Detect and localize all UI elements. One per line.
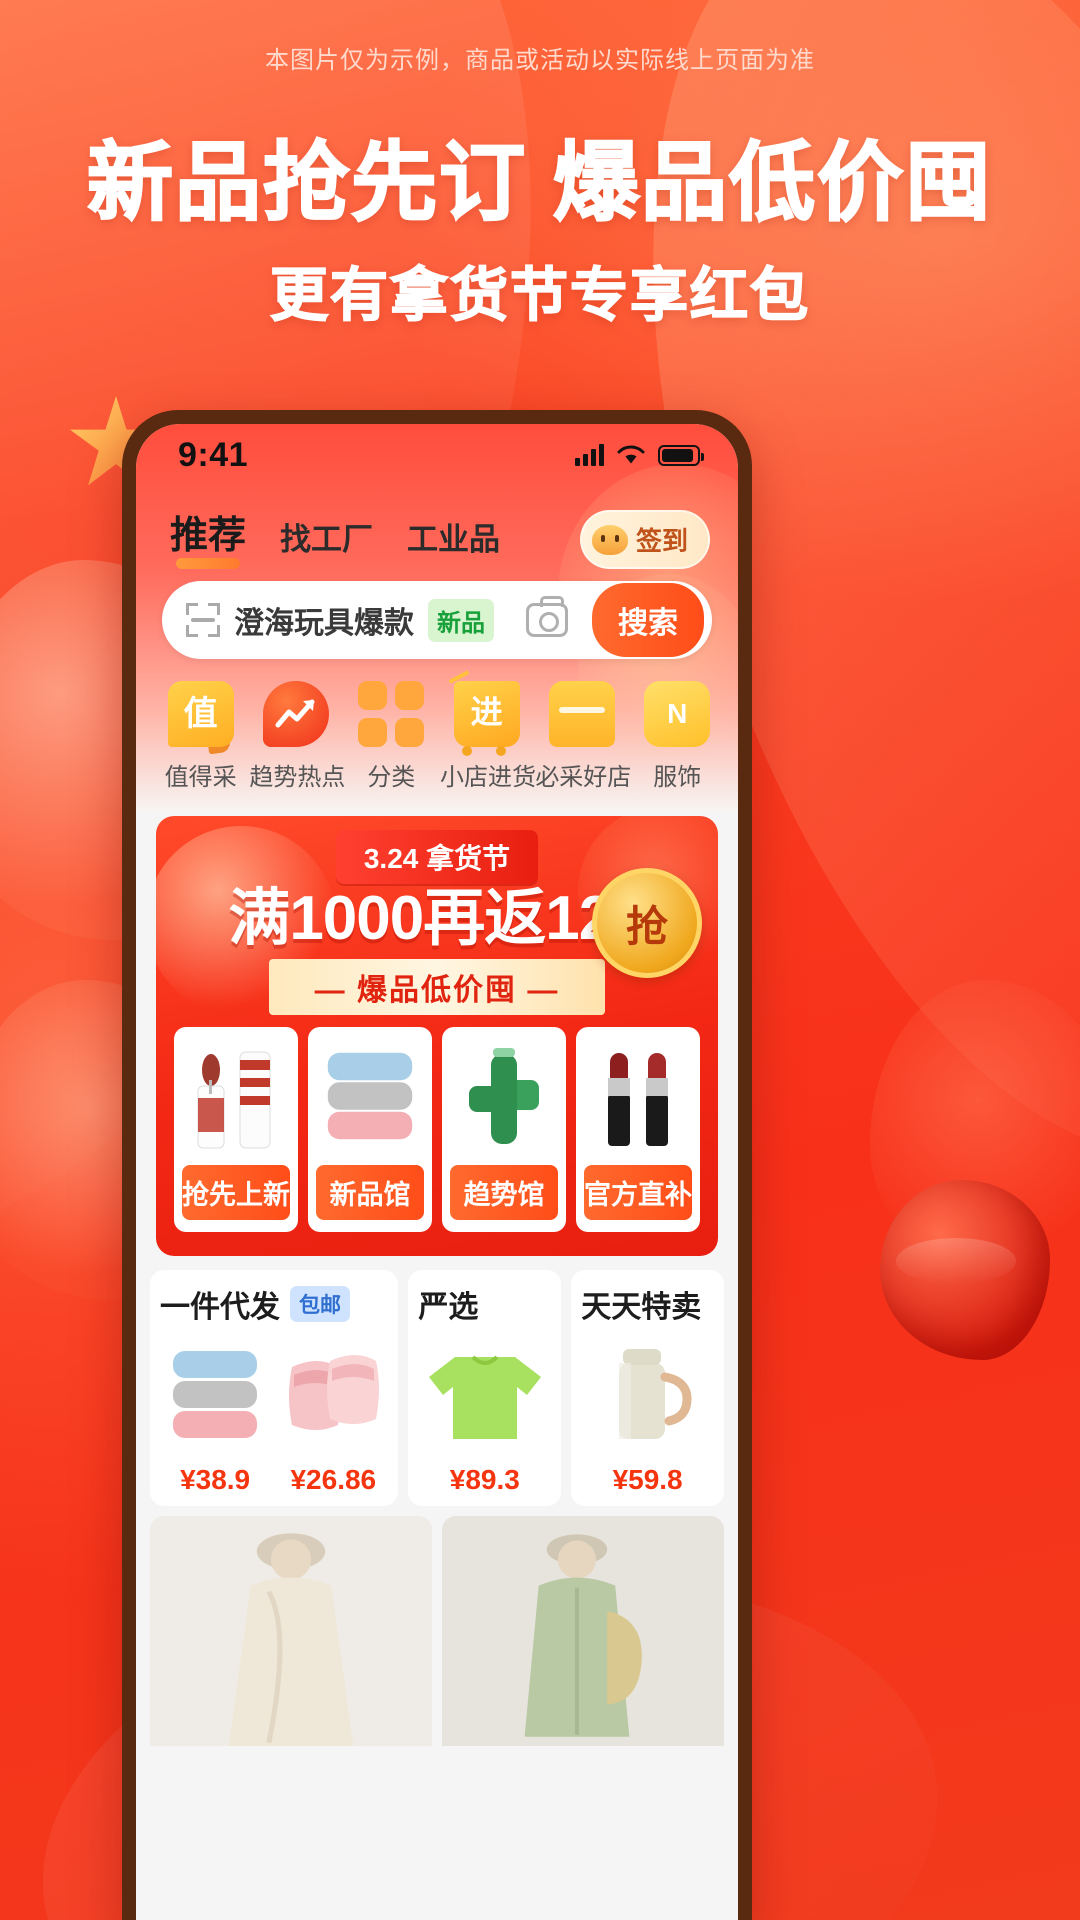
category-label: 服饰 (653, 764, 702, 791)
promo-tile-row: 抢先上新 新品馆 趋势馆 官方直补 (166, 1015, 708, 1244)
scan-code-icon[interactable] (186, 603, 220, 637)
tab-find-factory[interactable]: 找工厂 (280, 514, 373, 569)
battery-icon (658, 444, 704, 466)
category-item-shop-stock[interactable]: 进 小店进货 (439, 681, 536, 792)
camera-icon[interactable] (526, 596, 568, 637)
disclaimer-text: 本图片仅为示例，商品或活动以实际线上页面为准 (265, 47, 815, 74)
product-card-title: 一件代发 (160, 1291, 280, 1325)
product-price: ¥38.9 (180, 1464, 251, 1496)
product-item[interactable]: ¥26.86 (278, 1332, 388, 1496)
product-item[interactable]: ¥38.9 (160, 1332, 270, 1496)
promo-tile-label: 新品馆 (316, 1165, 424, 1221)
lipstick-pair-product-image (584, 1037, 692, 1155)
shop-cart-icon: 进 (453, 681, 520, 756)
trend-arrow-icon (262, 681, 329, 747)
category-item-trend[interactable]: 趋势热点 (249, 681, 346, 792)
promo-tile-label: 趋势馆 (450, 1165, 558, 1221)
top-nav: 推荐 找工厂 工业品 签到 (136, 486, 738, 579)
product-card-header: 天天特卖 (581, 1282, 714, 1326)
promo-tile[interactable]: 新品馆 (308, 1027, 432, 1233)
category-label: 必采好店 (535, 764, 632, 791)
promo-date-badge: 3.24 拿货节 (335, 830, 539, 884)
product-card-row: 一件代发 包邮 ¥38.9 ¥26.86 严选 ¥89.3 天天特卖 ¥59.8 (136, 1262, 738, 1507)
category-label: 小店进货 (439, 764, 536, 791)
product-card-header: 一件代发 包邮 (160, 1282, 388, 1326)
cactus-glass-product-image (450, 1037, 558, 1155)
promo-subtitle: — 爆品低价囤 — (268, 959, 606, 1016)
clothing-icon: N (644, 681, 711, 747)
category-item-clothing[interactable]: N 服饰 (631, 681, 724, 792)
product-item[interactable]: ¥89.3 (418, 1332, 551, 1496)
search-input[interactable]: 澄海玩具爆款 (234, 598, 414, 642)
green-sweater-thumb (418, 1332, 551, 1458)
product-card-dropship[interactable]: 一件代发 包邮 ¥38.9 ¥26.86 (150, 1270, 399, 1507)
poster-subheadline: 更有拿货节专享红包 (269, 262, 810, 329)
category-label: 值得采 (164, 764, 237, 791)
status-indicators (575, 444, 704, 466)
promo-tile-label: 官方直补 (584, 1165, 692, 1221)
category-item-classify[interactable]: 分类 (345, 681, 438, 792)
category-label: 趋势热点 (249, 764, 346, 791)
product-price: ¥26.86 (290, 1464, 377, 1496)
smiley-face-icon (591, 524, 628, 555)
product-card-selection[interactable]: 严选 ¥89.3 (408, 1270, 562, 1507)
lip-gloss-product-image (182, 1037, 290, 1155)
status-bar: 9:41 (136, 424, 738, 486)
status-clock: 9:41 (178, 435, 249, 474)
product-card-body: ¥38.9 ¥26.86 (160, 1332, 388, 1496)
product-card-body: ¥59.8 (581, 1332, 714, 1496)
promo-tile[interactable]: 趋势馆 (442, 1027, 566, 1233)
phone-mockup: 9:41 推荐 找工厂 工业品 签到 澄海玩具爆款 新品 搜索 值 值得采 趋势… (122, 410, 752, 1920)
beige-dress-model-photo[interactable] (150, 1516, 432, 1747)
product-card-title: 天天特卖 (581, 1291, 702, 1325)
product-item[interactable]: ¥59.8 (581, 1332, 714, 1496)
tab-recommend[interactable]: 推荐 (170, 504, 246, 569)
feed-photo-row (136, 1506, 738, 1747)
promo-tile-label: 抢先上新 (182, 1165, 290, 1221)
grid-category-icon (358, 681, 425, 747)
product-card-header: 严选 (418, 1282, 551, 1326)
signin-label: 签到 (635, 526, 688, 556)
product-price: ¥89.3 (449, 1464, 520, 1496)
app-header: 9:41 推荐 找工厂 工业品 签到 澄海玩具爆款 新品 搜索 值 值得采 趋势… (136, 424, 738, 810)
poster-background: 本图片仅为示例，商品或活动以实际线上页面为准 新品抢先订 爆品低价囤 更有拿货节… (0, 0, 1080, 1920)
category-label: 分类 (367, 764, 416, 791)
product-card-body: ¥89.3 (418, 1332, 551, 1496)
wifi-icon (617, 445, 645, 464)
search-new-badge: 新品 (428, 598, 494, 642)
category-item-good-shops[interactable]: 必采好店 (535, 681, 632, 792)
storefront-icon (548, 681, 615, 747)
search-bar[interactable]: 澄海玩具爆款 新品 搜索 (162, 581, 712, 659)
folded-towels-thumb (160, 1332, 270, 1458)
folded-towels-product-image (316, 1037, 424, 1155)
value-tag-icon: 值 (167, 681, 234, 747)
product-card-daily-deals[interactable]: 天天特卖 ¥59.8 (571, 1270, 724, 1507)
phone-screen: 9:41 推荐 找工厂 工业品 签到 澄海玩具爆款 新品 搜索 值 值得采 趋势… (136, 424, 738, 1920)
tab-industrial-goods[interactable]: 工业品 (407, 514, 500, 569)
product-price: ¥59.8 (612, 1464, 683, 1496)
decorative-gift-icon (880, 1180, 1050, 1360)
category-item-value[interactable]: 值 值得采 (154, 681, 247, 792)
pink-slippers-thumb (278, 1332, 388, 1458)
promo-tile[interactable]: 官方直补 (576, 1027, 700, 1233)
signal-bars-icon (575, 444, 604, 466)
thermos-kettle-thumb (581, 1332, 714, 1458)
green-jacket-model-photo[interactable] (442, 1516, 724, 1747)
product-card-title: 严选 (418, 1291, 479, 1325)
signin-button[interactable]: 签到 (579, 510, 710, 569)
search-button[interactable]: 搜索 (592, 583, 704, 657)
poster-headline: 新品抢先订 爆品低价囤 (86, 135, 993, 231)
coin-grab-icon[interactable]: 抢 (592, 868, 702, 978)
free-shipping-badge: 包邮 (290, 1286, 350, 1323)
promo-banner[interactable]: 3.24 拿货节 满1000再返120 — 爆品低价囤 — 抢 抢先上新 新品馆… (156, 816, 718, 1257)
promo-tile[interactable]: 抢先上新 (174, 1027, 298, 1233)
category-shortcuts: 值 值得采 趋势热点 分类 进 小店进货 必采好店 N 服饰 (136, 659, 738, 804)
